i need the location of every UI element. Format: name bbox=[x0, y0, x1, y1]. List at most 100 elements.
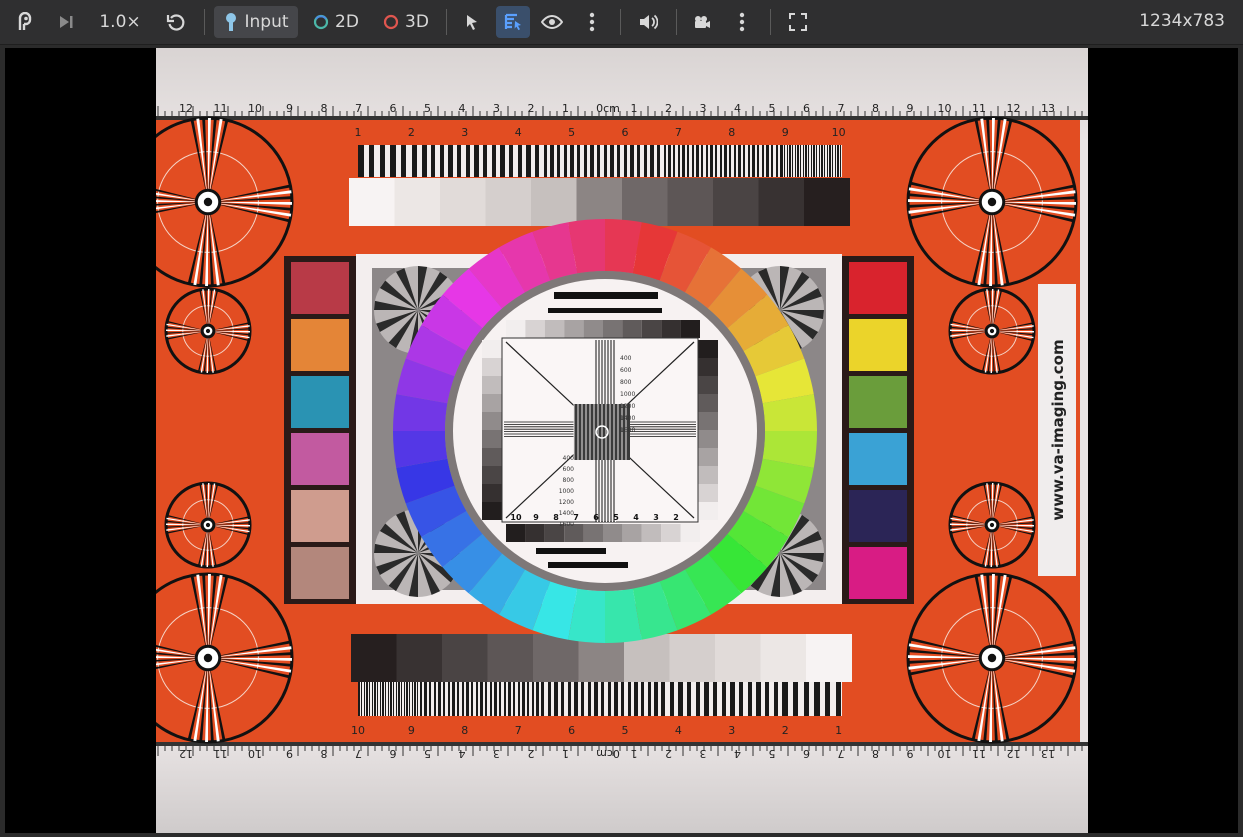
barcode-bar bbox=[369, 682, 370, 716]
inner-scale-label: 7 bbox=[573, 513, 579, 522]
inner-gray-bottom bbox=[622, 524, 642, 542]
barcode-bar bbox=[429, 682, 431, 716]
top-ruler-line bbox=[156, 116, 1088, 120]
ruler-label-right: 1 bbox=[631, 102, 638, 115]
inner-gray-top bbox=[564, 320, 584, 338]
barcode-bar bbox=[577, 145, 580, 177]
gray-patch-bottom bbox=[760, 634, 807, 682]
inner-gray-left bbox=[482, 466, 502, 484]
bar-scale-label: 6 bbox=[622, 126, 629, 139]
barcode-bar bbox=[739, 682, 743, 716]
bar-scale-label-bottom: 5 bbox=[622, 724, 629, 737]
barcode-bar bbox=[443, 682, 445, 716]
bar-scale-label: 4 bbox=[515, 126, 522, 139]
ruler-label-right: 8 bbox=[872, 102, 879, 115]
barcode-bar bbox=[527, 682, 529, 716]
volume-icon[interactable] bbox=[634, 6, 662, 38]
inner-gray-top bbox=[622, 320, 642, 338]
gray-patch-top bbox=[804, 178, 850, 226]
select-tool-icon[interactable] bbox=[496, 6, 530, 38]
bar-scale-label: 8 bbox=[728, 126, 735, 139]
barcode-bar bbox=[401, 145, 406, 177]
playback-speed-button[interactable]: 1.0× bbox=[96, 6, 144, 38]
ruler-label-left-bottom: 5 bbox=[424, 747, 431, 760]
barcode-bar bbox=[431, 145, 435, 177]
barcode-bar bbox=[610, 145, 614, 177]
barcode-bar bbox=[704, 682, 709, 716]
barcode-bar bbox=[574, 682, 578, 716]
ruler-label-left: 6 bbox=[390, 102, 397, 115]
barcode-bar bbox=[784, 145, 785, 177]
ruler-label-left-bottom: 4 bbox=[459, 747, 466, 760]
swatch-left bbox=[291, 547, 349, 599]
barcode-bar bbox=[752, 145, 755, 177]
image-viewport[interactable]: 12 12 11 11 10 10 9 9 8 8 7 7 6 6 5 5 4 4 3 3 2 2 1 1 1 1 2 2 3 3 4 4 5 5… bbox=[5, 48, 1238, 833]
inner-gray-top bbox=[641, 320, 662, 338]
barcode-bar bbox=[805, 145, 807, 177]
camera-icon[interactable] bbox=[688, 6, 716, 38]
res-value-label-lower: 800 bbox=[563, 477, 575, 484]
ruler-label-left-bottom: 11 bbox=[214, 747, 228, 760]
barcode-bar bbox=[628, 682, 631, 716]
mode-2d-button[interactable]: 2D bbox=[308, 6, 364, 38]
inner-scale-label: 3 bbox=[653, 513, 659, 522]
ruler-label-left: 12 bbox=[179, 102, 193, 115]
ruler-label-right: 5 bbox=[769, 102, 776, 115]
gray-patch-bottom bbox=[442, 634, 488, 682]
barcode-bar bbox=[715, 145, 717, 177]
ruler-label-left: 11 bbox=[214, 102, 228, 115]
barcode-bar bbox=[550, 145, 554, 177]
barcode-bar bbox=[641, 682, 644, 716]
barcode-bar bbox=[757, 145, 759, 177]
ruler-label-left: 3 bbox=[493, 102, 500, 115]
barcode-bar bbox=[808, 145, 809, 177]
barcode-bar bbox=[361, 682, 362, 716]
inner-scale-label: 10 bbox=[510, 513, 522, 522]
gray-patch-top bbox=[349, 178, 395, 226]
inner-gray-top bbox=[583, 320, 603, 338]
barcode-bar bbox=[518, 145, 522, 177]
step-forward-icon[interactable] bbox=[52, 6, 80, 38]
inner-gray-right bbox=[698, 466, 718, 484]
barcode-bar bbox=[434, 682, 436, 716]
ruler-label-left: 1 bbox=[562, 102, 569, 115]
reset-icon[interactable] bbox=[162, 6, 190, 38]
barcode-bar bbox=[837, 145, 839, 177]
gray-patch-top bbox=[485, 178, 532, 226]
res-value-label: 400 bbox=[620, 355, 632, 362]
fullscreen-icon[interactable] bbox=[784, 6, 812, 38]
barcode-bar bbox=[581, 682, 584, 716]
ruler-label-left-bottom: 2 bbox=[528, 747, 535, 760]
input-mode-button[interactable]: Input bbox=[214, 6, 298, 38]
ruler-label-right: 7 bbox=[838, 102, 845, 115]
barcode-bar bbox=[440, 145, 444, 177]
rerun-logo-icon[interactable] bbox=[12, 6, 40, 38]
inner-gray-bottom bbox=[661, 524, 681, 542]
ruler-label-right: 2 bbox=[665, 102, 672, 115]
inner-gray-right bbox=[698, 376, 718, 394]
swatch-left bbox=[291, 319, 349, 371]
barcode-bar bbox=[811, 145, 812, 177]
barcode-bar bbox=[358, 682, 360, 716]
more-options-icon[interactable] bbox=[580, 6, 604, 38]
barcode-bar bbox=[388, 682, 389, 716]
eye-icon[interactable] bbox=[538, 6, 566, 38]
swatch-right bbox=[849, 547, 907, 599]
barcode-bar bbox=[774, 682, 778, 716]
bar-scale-label-bottom: 6 bbox=[568, 724, 575, 737]
more-options-icon-2[interactable] bbox=[730, 6, 754, 38]
ruler-center-label: 0cm bbox=[596, 102, 620, 115]
barcode-bar bbox=[730, 682, 735, 716]
bar-scale-label: 1 bbox=[355, 126, 362, 139]
mode-3d-button[interactable]: 3D bbox=[378, 6, 434, 38]
mode-2d-label: 2D bbox=[335, 12, 359, 32]
barcode-bar bbox=[485, 682, 487, 716]
swatch-right bbox=[849, 376, 907, 428]
barcode-bar bbox=[637, 145, 640, 177]
barcode-bar bbox=[634, 682, 638, 716]
swatch-left bbox=[291, 433, 349, 485]
bottom-ruler-line bbox=[156, 742, 1088, 746]
inner-gray-bottom bbox=[680, 524, 700, 542]
pointer-icon[interactable] bbox=[458, 6, 486, 38]
gray-patch-top bbox=[440, 178, 486, 226]
